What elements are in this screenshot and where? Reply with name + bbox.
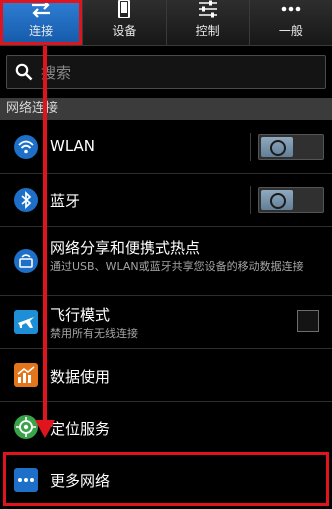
section-header: 网络连接: [0, 98, 332, 120]
airplane-icon: [14, 310, 38, 334]
hotspot-icon: [14, 249, 38, 273]
wifi-icon: [14, 135, 38, 159]
divider: [250, 133, 251, 161]
tab-connections[interactable]: 连接: [0, 0, 84, 45]
list-item-data-usage[interactable]: 数据使用: [0, 349, 332, 401]
search-icon: [15, 63, 33, 81]
list-item-airplane-mode[interactable]: 飞行模式 禁用所有无线连接: [0, 296, 332, 348]
phone-icon: [118, 0, 131, 18]
tab-label: 连接: [29, 24, 54, 38]
divider: [250, 186, 251, 214]
tab-label: 一般: [278, 24, 303, 38]
tab-device[interactable]: 设备: [83, 0, 167, 45]
swap-arrows-icon: [32, 0, 51, 18]
tethering-subtitle: 通过USB、WLAN或蓝牙共享您设备的移动数据连接: [50, 260, 304, 273]
more-dots-icon: [281, 6, 301, 12]
data-usage-title: 数据使用: [50, 368, 111, 386]
tethering-title: 网络分享和便携式热点: [50, 239, 201, 257]
tab-general[interactable]: 一般: [250, 0, 332, 45]
annotation-arrow-head: [35, 420, 55, 438]
tab-label: 设备: [112, 24, 137, 38]
toggle-knob: [261, 137, 293, 157]
annotation-highlight-box: [3, 452, 329, 506]
airplane-subtitle: 禁用所有无线连接: [50, 327, 138, 340]
bluetooth-title: 蓝牙: [50, 192, 81, 210]
airplane-title: 飞行模式: [50, 306, 111, 324]
list-item-bluetooth[interactable]: 蓝牙: [0, 174, 332, 226]
bluetooth-toggle[interactable]: [258, 187, 324, 213]
list-item-wlan[interactable]: WLAN: [0, 121, 332, 173]
sliders-icon: [198, 0, 217, 18]
toggle-knob: [261, 190, 293, 210]
annotation-arrow-line: [43, 46, 47, 424]
bluetooth-icon: [14, 188, 38, 212]
wlan-toggle[interactable]: [258, 134, 324, 160]
tab-label: 控制: [195, 24, 220, 38]
location-title: 定位服务: [50, 420, 111, 438]
tab-bar: 连接 设备 控制 一般: [0, 0, 332, 46]
tab-controls[interactable]: 控制: [167, 0, 250, 45]
wlan-title: WLAN: [50, 137, 96, 155]
data-usage-icon: [14, 363, 38, 387]
search-input[interactable]: 搜索: [6, 55, 326, 89]
airplane-checkbox[interactable]: [297, 310, 319, 332]
list-item-tethering[interactable]: 网络分享和便携式热点 通过USB、WLAN或蓝牙共享您设备的移动数据连接: [0, 227, 332, 295]
